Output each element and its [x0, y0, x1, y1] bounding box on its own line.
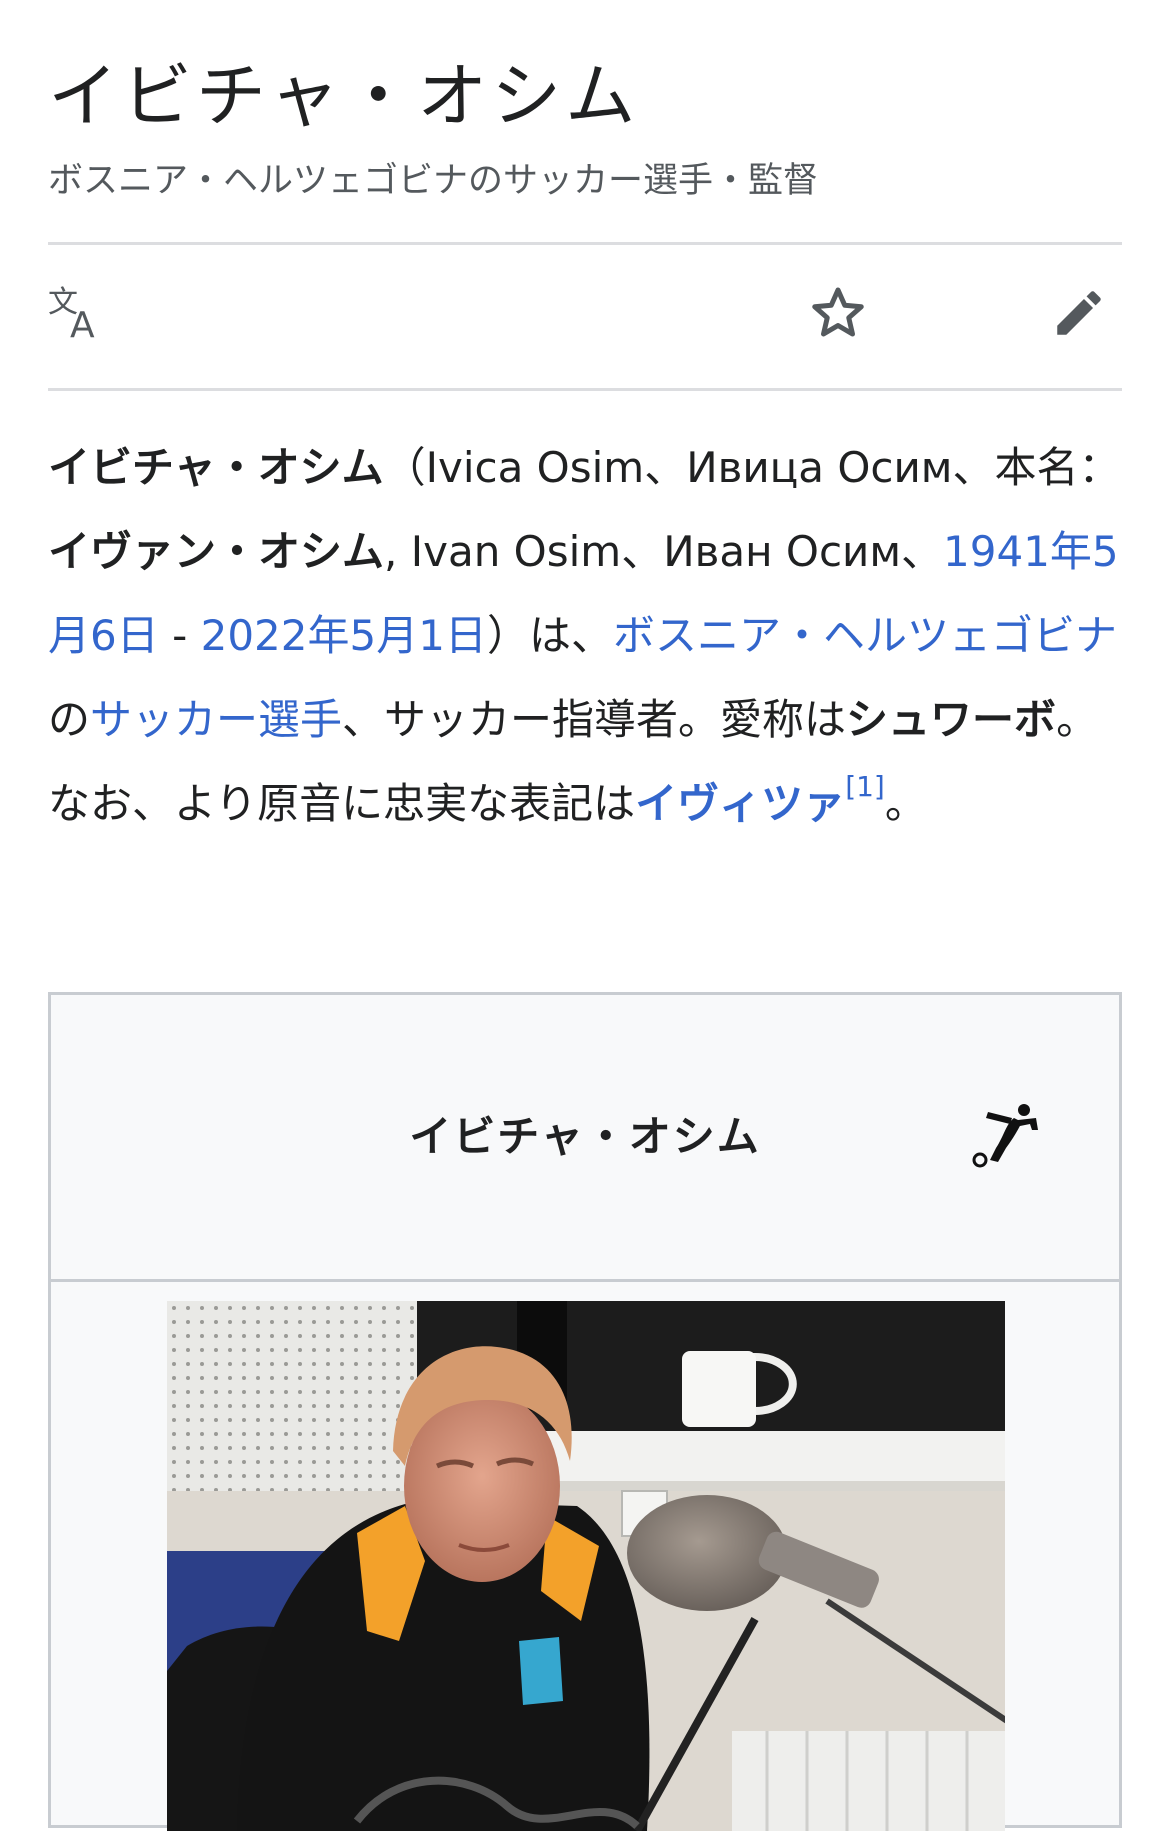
- edit-button[interactable]: [1048, 282, 1110, 344]
- intro-text: 、サッカー指導者。愛称は: [342, 695, 847, 744]
- alternate-spelling-link[interactable]: イヴィツァ: [635, 779, 845, 828]
- article-intro-paragraph: イビチャ・オシム（Ivica Osim、Ивица Осим、本名： イヴァン・オ…: [48, 426, 1128, 846]
- real-name: イヴァン・オシム: [48, 527, 385, 576]
- infobox: イビチャ・オシム: [48, 992, 1122, 1831]
- intro-text: , Ivan Osim、Иван Осим、: [384, 527, 944, 576]
- ivica-osim-photo: [167, 1301, 1005, 1831]
- divider: [48, 388, 1122, 391]
- intro-text: ）は、: [486, 611, 613, 660]
- reference-link[interactable]: [1]: [845, 770, 885, 803]
- intro-text: 。: [884, 779, 927, 828]
- article-page: イビチャ・オシム ボスニア・ヘルツェゴビナのサッカー選手・監督 文 A イビチャ…: [0, 0, 1170, 1831]
- watch-star-button[interactable]: [807, 282, 869, 344]
- infobox-photo[interactable]: [167, 1301, 1005, 1831]
- infobox-header: イビチャ・オシム: [51, 995, 1119, 1282]
- page-title: イビチャ・オシム: [48, 55, 640, 137]
- intro-text: （Ivica Osim、Ивица Осим、本名：: [383, 443, 1121, 492]
- infobox-title: イビチャ・オシム: [409, 1112, 761, 1161]
- nickname: シュワーボ: [846, 695, 1057, 744]
- page-actions-toolbar: 文 A: [48, 248, 1122, 392]
- football-player-link[interactable]: サッカー選手: [90, 695, 342, 744]
- football-player-icon: [972, 1104, 1038, 1168]
- page-subtitle: ボスニア・ヘルツェゴビナのサッカー選手・監督: [48, 161, 819, 201]
- star-icon: [812, 287, 864, 337]
- language-button[interactable]: 文 A: [48, 282, 108, 342]
- edit-icon: [1057, 291, 1101, 335]
- subject-name: イビチャ・オシム: [48, 443, 384, 492]
- country-link[interactable]: ボスニア・ヘルツェゴビナ: [613, 611, 1117, 660]
- death-date-link[interactable]: 2022年5月1日: [201, 611, 487, 660]
- divider: [48, 242, 1122, 245]
- svg-text:A: A: [70, 305, 95, 342]
- intro-text: -: [158, 611, 201, 660]
- translate-icon: 文 A: [48, 285, 95, 342]
- intro-text: の: [48, 695, 91, 744]
